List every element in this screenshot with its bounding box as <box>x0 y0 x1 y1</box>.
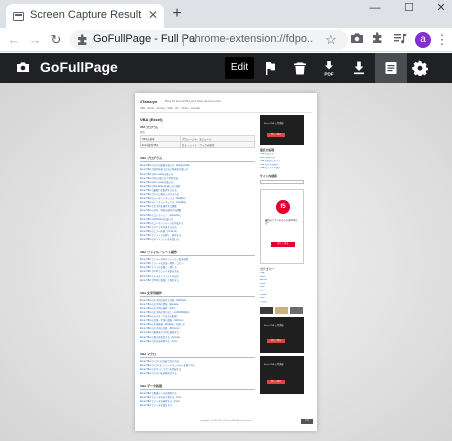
preview-sidebar-ad-mid: Excel VBA 入門講座 詳しく見る <box>260 317 304 354</box>
menu-kebab-icon[interactable]: ⋮ <box>434 32 450 48</box>
preview-search-heading: サイト内検索 <box>260 173 277 178</box>
preview-article-link: Excel VBA の空白を削除する（Trim） <box>140 340 179 343</box>
extension-puzzle-icon <box>78 34 87 45</box>
reload-icon[interactable]: ↻ <box>48 32 64 48</box>
preview-sidebar-ad-bottom: Excel VBA 入門講座 詳しく見る <box>260 356 304 395</box>
camera-logo-icon <box>17 62 29 72</box>
address-separator <box>183 34 184 46</box>
tab-close-icon[interactable]: ✕ <box>147 9 159 21</box>
preview-recent-heading: 最近の投稿 <box>260 148 274 152</box>
preview-nav: VBA Excel Access Web PC About Contact <box>140 107 200 110</box>
new-tab-icon[interactable]: + <box>169 6 185 22</box>
screen-capture-favicon-icon <box>13 12 24 21</box>
media-queue-icon[interactable] <box>392 32 408 48</box>
url-text: chrome-extension://fdpo... <box>189 33 313 45</box>
settings-gear-icon[interactable] <box>412 60 428 76</box>
delete-icon[interactable] <box>292 60 308 76</box>
site-name: GoFullPage - Full Pa <box>93 33 196 45</box>
minimize-icon[interactable]: — <box>360 0 390 18</box>
preview-back-to-top: TOP <box>301 419 313 424</box>
preview-site-name: 2Tatsuyo <box>140 99 158 104</box>
preview-section-heading: VBA データ処理 <box>140 384 255 391</box>
preview-section-heading: VBA マクロ <box>140 352 255 358</box>
preview-article-link: Excel VBA のオートフィルタの使い方 <box>140 239 179 242</box>
tab-strip: Screen Capture Result ✕ + — ☐ ✕ <box>0 0 452 28</box>
f5-logo-icon: f5 <box>276 199 290 214</box>
preview-book-thumbnails <box>260 307 304 315</box>
preview-intro-heading: VBA プログラム <box>140 126 159 129</box>
preview-page-title: VBA (Excel) <box>140 117 163 122</box>
address-bar[interactable]: GoFullPage - Full Pa chrome-extension://… <box>70 30 348 50</box>
preview-nav-divider <box>140 112 312 113</box>
preview-article-link: Excel VBA でPDFに変換して保存する <box>140 279 179 282</box>
preview-main-column: VBA (Excel) VBA プログラム 目次 VBAの基本 プロシージャ・モジ… <box>140 115 256 409</box>
preview-recent-item: VBA のファイル操作 <box>260 167 281 170</box>
preview-sidebar: Excel VBA 入門講座 詳しく見る 最近の投稿 VBA のまとめ Excel… <box>260 115 304 397</box>
window-close-icon[interactable]: ✕ <box>426 0 452 18</box>
capture-canvas: 2Tatsuyo Blog for Excel/VBA and Web deve… <box>0 83 452 441</box>
app-title: GoFullPage <box>40 59 118 75</box>
preview-section-heading: VBA ファイル／シート操作 <box>140 250 255 257</box>
preview-section-heading: VBA プログラム <box>140 156 255 163</box>
svg-text:PDF: PDF <box>324 72 333 76</box>
preview-category-item: その他 <box>260 300 267 303</box>
edit-button[interactable]: Edit <box>225 57 254 79</box>
preview-article-link: Excel VBA のマクロを自動実行する <box>140 373 177 376</box>
flag-icon[interactable] <box>262 60 278 76</box>
preview-article-link: Excel VBA でデータを集計する <box>140 405 173 408</box>
bookmark-star-icon[interactable]: ☆ <box>325 32 337 48</box>
camera-extension-icon[interactable] <box>349 32 365 48</box>
browser-toolbar: ← → ↻ GoFullPage - Full Pa chrome-extens… <box>0 28 452 52</box>
preview-category-heading: カテゴリー <box>260 266 274 271</box>
tab-screen-capture-result[interactable]: Screen Capture Result ✕ <box>6 4 164 28</box>
captured-page-preview[interactable]: 2Tatsuyo Blog for Excel/VBA and Web deve… <box>135 93 317 431</box>
document-view-icon[interactable] <box>383 60 399 76</box>
forward-icon[interactable]: → <box>27 32 43 48</box>
preview-intro-note: 目次 <box>140 131 146 134</box>
tab-title: Screen Capture Result <box>30 9 142 21</box>
preview-f5-ad: f5 最新のアプリの守り方はWAFだけ？ 詳しく見る <box>260 188 304 264</box>
back-icon[interactable]: ← <box>6 32 22 48</box>
preview-category-list: VBA Excel Access Word Web PC Python Java その他 <box>260 272 304 304</box>
profile-avatar[interactable]: a <box>415 32 431 48</box>
preview-summary-table: VBAの基本 プロシージャ・モジュール Excel操作VBA セル・シート・ブックの… <box>140 134 256 149</box>
download-pdf-icon[interactable]: PDF <box>321 60 337 76</box>
preview-footer: Copyright © 2016-2021 2Tatsuyo All Right… <box>199 420 253 422</box>
preview-section-heading: VBA 文字列操作 <box>140 291 255 297</box>
gofullpage-app-bar: GoFullPage Edit PDF <box>0 53 452 83</box>
preview-search-input <box>260 179 304 184</box>
preview-recent-list: VBA のまとめ Excel VBA 入門 VBA の配列とループ VBA の文字列操… <box>260 153 304 171</box>
preview-sections: VBA プログラム Excel VBA のセルの範囲の使い方（Range/Cell… <box>140 156 255 408</box>
extensions-icon[interactable] <box>370 32 386 48</box>
preview-tagline: Blog for Excel/VBA and Web development <box>165 99 221 103</box>
maximize-icon[interactable]: ☐ <box>394 0 424 18</box>
download-icon[interactable] <box>351 60 367 76</box>
preview-sidebar-ad-top: Excel VBA 入門講座 詳しく見る <box>260 115 304 145</box>
